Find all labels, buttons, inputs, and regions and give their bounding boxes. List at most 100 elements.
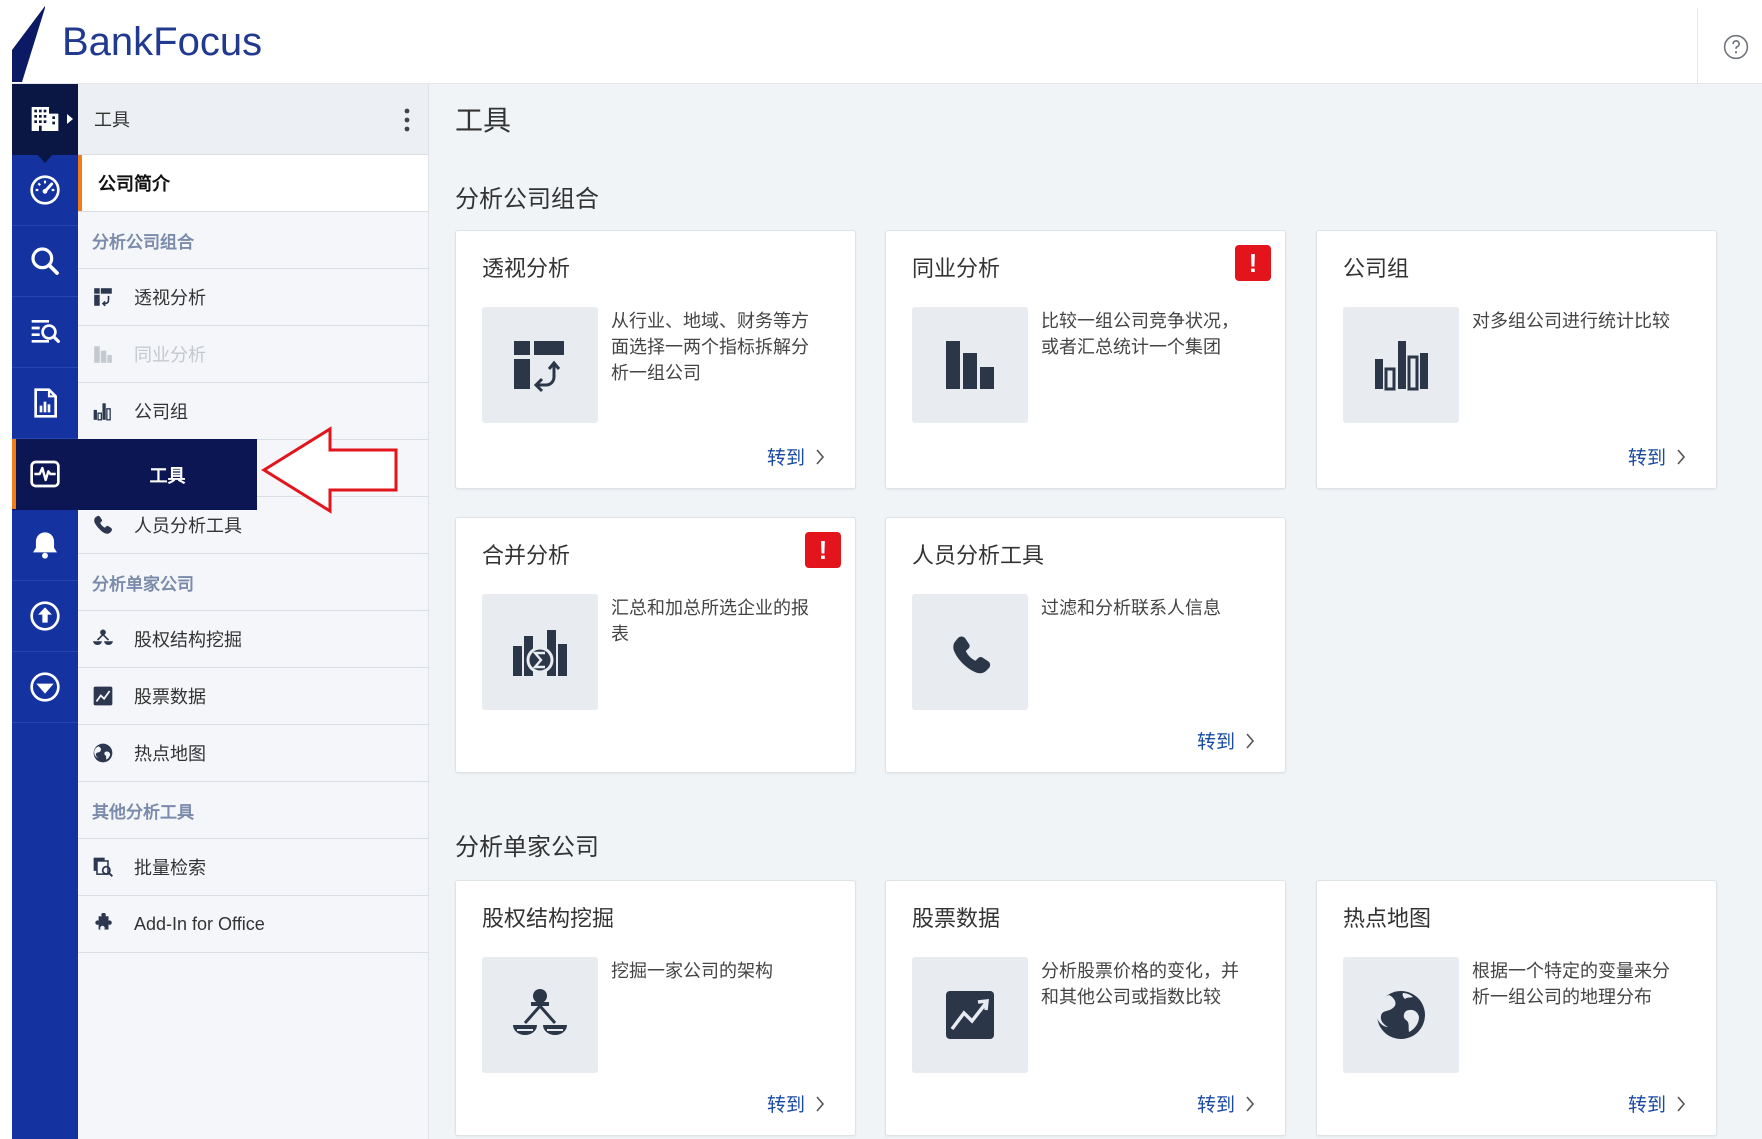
more-vertical-icon[interactable] bbox=[400, 106, 414, 134]
sidebar-item-label: 公司简介 bbox=[98, 174, 170, 194]
card-ownership[interactable]: 股权结构挖掘 挖掘一家公司的架构 转到 bbox=[455, 880, 856, 1136]
rail-item-dashboard[interactable] bbox=[12, 155, 78, 226]
goto-link[interactable]: 转到 bbox=[1197, 727, 1255, 754]
sidebar-item-add-in[interactable]: Add-In for Office bbox=[78, 896, 428, 953]
sidebar-item-label: 股权结构挖掘 bbox=[134, 630, 242, 650]
expand-marker-icon bbox=[67, 114, 73, 124]
rail-item-upload[interactable] bbox=[12, 581, 78, 652]
sidebar-header: 工具 bbox=[78, 84, 428, 155]
goto-label: 转到 bbox=[766, 1095, 805, 1116]
goto-label: 转到 bbox=[1627, 448, 1666, 469]
pivot-icon bbox=[514, 341, 564, 393]
rail-item-companies[interactable] bbox=[12, 84, 78, 163]
current-notch bbox=[37, 154, 53, 163]
goto-link[interactable]: 转到 bbox=[767, 1090, 825, 1117]
card-description: 汇总和加总所选企业的报表 bbox=[611, 598, 809, 644]
card-tile bbox=[912, 957, 1028, 1073]
card-consolidation[interactable]: 合并分析 ! 汇总和加总所选企业的报表 bbox=[455, 517, 856, 773]
alert-badge: ! bbox=[805, 532, 841, 568]
main-content: 工具 分析公司组合 透视分析 从行业、地域、财务等方面选择一两个指标拆解分析一组… bbox=[429, 84, 1762, 1139]
card-company-group[interactable]: 公司组 对多组公司进行统计比较 转到 bbox=[1316, 230, 1717, 489]
goto-link[interactable]: 转到 bbox=[1628, 443, 1686, 470]
card-description: 过滤和分析联系人信息 bbox=[1041, 598, 1221, 618]
icon-rail bbox=[12, 84, 78, 1139]
rail-item-list-search[interactable] bbox=[12, 297, 78, 368]
sidebar-item-label: 股票数据 bbox=[134, 687, 206, 707]
goto-label: 转到 bbox=[1196, 1095, 1235, 1116]
card-peer-analysis[interactable]: 同业分析 ! 比较一组公司竞争状况，或者汇总统计一个集团 bbox=[885, 230, 1286, 489]
card-tile bbox=[482, 957, 598, 1073]
card-tile bbox=[482, 594, 598, 710]
rail-item-tools[interactable] bbox=[12, 439, 78, 510]
sidebar-group-label: 分析公司组合 bbox=[92, 232, 194, 252]
sidebar-item-stock-data[interactable]: 股票数据 bbox=[78, 668, 428, 725]
card-title: 人员分析工具 bbox=[912, 543, 1045, 568]
rail-item-reports[interactable] bbox=[12, 368, 78, 439]
goto-label: 转到 bbox=[1196, 732, 1235, 753]
chevron-right-icon bbox=[1677, 1095, 1686, 1112]
peer-bars-icon bbox=[94, 346, 112, 363]
card-pivot-analysis[interactable]: 透视分析 从行业、地域、财务等方面选择一两个指标拆解分析一组公司 转到 bbox=[455, 230, 856, 489]
dashboard-gauge-icon bbox=[30, 175, 60, 205]
rail-item-download[interactable] bbox=[12, 652, 78, 723]
page-title: 工具 bbox=[455, 105, 512, 136]
sidebar-group-label: 其他分析工具 bbox=[92, 802, 194, 822]
download-circle-icon bbox=[30, 672, 60, 702]
bell-icon bbox=[33, 532, 57, 559]
building-icon bbox=[31, 107, 59, 131]
chevron-right-icon bbox=[816, 448, 825, 465]
sidebar-item-label: 人员分析工具 bbox=[134, 516, 242, 536]
phone-icon bbox=[94, 515, 112, 534]
chevron-right-icon bbox=[1246, 1095, 1255, 1112]
card-description: 比较一组公司竞争状况，或者汇总统计一个集团 bbox=[1041, 311, 1239, 357]
sidebar-group-single-company: 分析单家公司 bbox=[78, 554, 428, 611]
rail-item-search[interactable] bbox=[12, 226, 78, 297]
card-people-tool[interactable]: 人员分析工具 过滤和分析联系人信息 转到 bbox=[885, 517, 1286, 773]
rail-item-alerts[interactable] bbox=[12, 510, 78, 581]
goto-link[interactable]: 转到 bbox=[1628, 1090, 1686, 1117]
alert-badge: ! bbox=[1235, 245, 1271, 281]
card-tile bbox=[1343, 957, 1459, 1073]
card-title: 同业分析 bbox=[912, 256, 1001, 281]
red-left-arrow-icon bbox=[261, 426, 398, 514]
sidebar-item-heat-map[interactable]: 热点地图 bbox=[78, 725, 428, 782]
batch-search-icon bbox=[93, 857, 114, 878]
goto-label: 转到 bbox=[766, 448, 805, 469]
sidebar-item-pivot-analysis[interactable]: 透视分析 bbox=[78, 269, 428, 326]
company-group-icon bbox=[1375, 341, 1428, 391]
goto-link[interactable]: 转到 bbox=[1197, 1090, 1255, 1117]
logo-mark-icon bbox=[12, 6, 45, 82]
app-logo: BankFocus bbox=[62, 20, 263, 64]
pivot-icon bbox=[94, 288, 112, 307]
consolidate-icon bbox=[513, 630, 567, 676]
card-description: 挖掘一家公司的架构 bbox=[611, 961, 773, 981]
card-title: 热点地图 bbox=[1343, 906, 1432, 931]
goto-label: 转到 bbox=[1627, 1095, 1666, 1116]
sidebar-item-label: 透视分析 bbox=[134, 288, 206, 308]
card-description: 分析股票价格的变化，并和其他公司或指数比较 bbox=[1041, 961, 1239, 1007]
help-circle-icon[interactable] bbox=[1723, 34, 1749, 60]
stock-chart-icon bbox=[946, 991, 994, 1039]
card-tile bbox=[912, 594, 1028, 710]
pulse-monitor-icon bbox=[30, 460, 60, 488]
card-title: 合并分析 bbox=[482, 543, 571, 568]
peer-bars-icon bbox=[946, 341, 994, 389]
sidebar-item-label: 热点地图 bbox=[134, 744, 206, 764]
list-search-icon bbox=[31, 320, 60, 343]
ownership-tree-icon bbox=[513, 989, 567, 1035]
card-stock-data[interactable]: 股票数据 分析股票价格的变化，并和其他公司或指数比较 转到 bbox=[885, 880, 1286, 1136]
sidebar-item-label: 批量检索 bbox=[134, 858, 206, 878]
app-header: BankFocus bbox=[12, 0, 1762, 84]
stock-chart-icon bbox=[93, 686, 113, 706]
sidebar-title: 工具 bbox=[94, 110, 130, 130]
tools-flyout-label[interactable]: 工具 bbox=[78, 439, 257, 510]
card-heat-map[interactable]: 热点地图 根据一个特定的变量来分析一组公司的地理分布 转到 bbox=[1316, 880, 1717, 1136]
globe-icon bbox=[1376, 991, 1425, 1039]
sidebar-item-ownership[interactable]: 股权结构挖掘 bbox=[78, 611, 428, 668]
chevron-right-icon bbox=[1677, 448, 1686, 465]
sidebar-group-label: 分析单家公司 bbox=[92, 574, 194, 594]
goto-link[interactable]: 转到 bbox=[767, 443, 825, 470]
sidebar-item-company-profile[interactable]: 公司简介 bbox=[78, 155, 428, 212]
section-title-single-company: 分析单家公司 bbox=[455, 834, 599, 861]
sidebar-item-batch-search[interactable]: 批量检索 bbox=[78, 839, 428, 896]
